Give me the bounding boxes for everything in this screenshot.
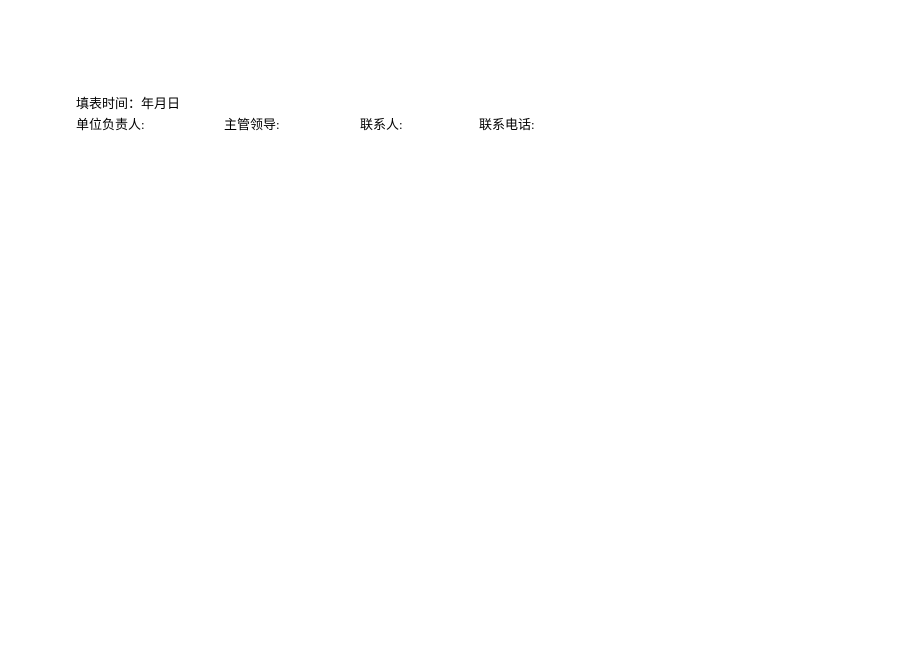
form-footer: 填表时间：年月日 单位负责人: 主管领导: 联系人: 联系电话: bbox=[76, 93, 535, 133]
fill-date-label: 填表时间：年月日 bbox=[76, 96, 180, 111]
supervisor-label: 主管领导: bbox=[224, 114, 360, 133]
contact-person-label: 联系人: bbox=[360, 114, 479, 133]
contact-phone-label: 联系电话: bbox=[479, 114, 535, 133]
signature-line: 单位负责人: 主管领导: 联系人: 联系电话: bbox=[76, 114, 535, 133]
fill-date-line: 填表时间：年月日 bbox=[76, 93, 535, 112]
unit-responsible-label: 单位负责人: bbox=[76, 114, 224, 133]
